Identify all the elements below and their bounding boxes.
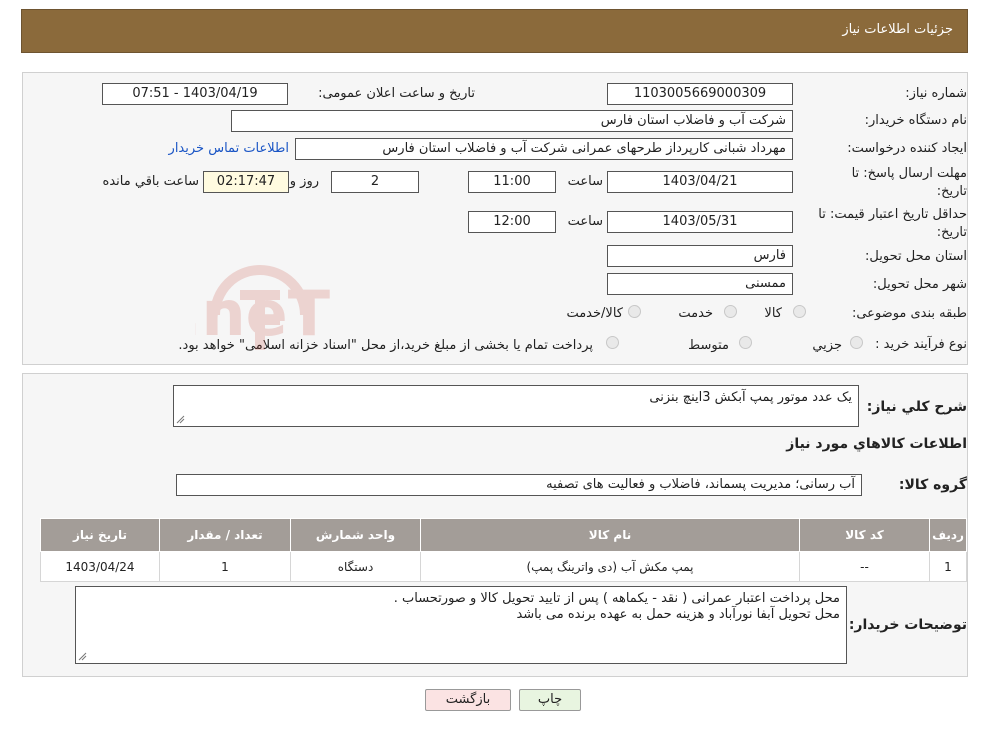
buyer-notes-line2: محل تحویل آبفا نورآباد و هزینه حمل به عه… <box>516 607 840 622</box>
resize-grip-icon[interactable] <box>78 652 87 661</box>
city-field[interactable]: ممسنی <box>607 273 793 295</box>
category-option-goods: کالا <box>764 306 782 321</box>
resize-grip-icon[interactable] <box>176 415 185 424</box>
cell-quantity: 1 <box>159 551 291 582</box>
validity-time-field[interactable]: 12:00 <box>468 211 556 233</box>
page-title: جزئیات اطلاعات نیاز <box>842 22 953 37</box>
requester-label: ایجاد کننده درخواست: <box>847 141 967 156</box>
buyer-org-label: نام دستگاه خریدار: <box>864 113 967 128</box>
category-radio-goods[interactable] <box>793 305 806 318</box>
description-text: یک عدد موتور پمپ آبکش 3اینچ بنزنی <box>649 390 852 405</box>
category-option-service: خدمت <box>678 306 713 321</box>
announce-datetime-field[interactable]: 1403/04/19 - 07:51 <box>102 83 288 105</box>
validity-label-line2: تاريخ: <box>936 225 967 240</box>
items-table: رديف کد کالا نام کالا واحد شمارش تعداد /… <box>40 518 967 582</box>
need-number-label: شماره نیاز: <box>905 86 967 101</box>
back-button[interactable]: بازگشت <box>425 689 511 711</box>
validity-label-line1: حداقل تاريخ اعتبار قيمت: تا <box>818 207 967 222</box>
col-need-date: تاريخ نياز <box>40 518 160 552</box>
description-textarea[interactable]: یک عدد موتور پمپ آبکش 3اینچ بنزنی <box>173 385 859 427</box>
buyer-notes-textarea[interactable]: محل پرداخت اعتبار عمرانی ( نقد - یکماهه … <box>75 586 847 664</box>
col-code: کد کالا <box>799 518 930 552</box>
goods-group-label: گروه کالا: <box>898 477 967 493</box>
buyer-org-field[interactable]: شرکت آب و فاضلاب استان فارس <box>231 110 793 132</box>
buyer-notes-label: توضيحات خريدار: <box>848 617 967 633</box>
cell-need-date: 1403/04/24 <box>40 551 160 582</box>
category-radio-goods-service[interactable] <box>628 305 641 318</box>
buyer-notes-line1: محل پرداخت اعتبار عمرانی ( نقد - یکماهه … <box>393 591 840 606</box>
category-label: طبقه بندی موضوعی: <box>851 306 967 321</box>
process-type-label: نوع فرآیند خرید : <box>875 337 967 352</box>
goods-group-field[interactable]: آب رسانی؛ مدیریت پسماند، فاضلاب و فعالیت… <box>176 474 862 496</box>
need-number-field[interactable]: 1103005669000309 <box>607 83 793 105</box>
col-row: رديف <box>929 518 967 552</box>
deadline-time-label: ساعت <box>567 174 603 189</box>
items-table-header: رديف کد کالا نام کالا واحد شمارش تعداد /… <box>40 518 967 552</box>
description-label: شرح کلي نياز: <box>866 399 967 415</box>
validity-date-field[interactable]: 1403/05/31 <box>607 211 793 233</box>
process-option-medium: متوسط <box>688 338 729 353</box>
cell-code: -- <box>799 551 930 582</box>
cell-unit: دستگاه <box>290 551 421 582</box>
remaining-days-field[interactable]: 2 <box>331 171 419 193</box>
process-radio-medium[interactable] <box>739 336 752 349</box>
items-section-title: اطلاعات کالاهاي مورد نياز <box>786 436 967 452</box>
buyer-contact-link[interactable]: اطلاعات تماس خریدار <box>169 141 289 156</box>
remaining-time-field[interactable]: 02:17:47 <box>203 171 289 193</box>
announce-label: تاریخ و ساعت اعلان عمومی: <box>318 86 475 101</box>
print-button[interactable]: چاپ <box>519 689 581 711</box>
col-unit: واحد شمارش <box>290 518 421 552</box>
province-field[interactable]: فارس <box>607 245 793 267</box>
table-row[interactable]: 1 -- پمپ مکش آب (دی واترینگ پمپ) دستگاه … <box>40 551 967 582</box>
remaining-time-label: ساعت باقي مانده <box>102 174 199 189</box>
cell-name: پمپ مکش آب (دی واترینگ پمپ) <box>420 551 800 582</box>
process-option-minor: جزيي <box>812 338 842 353</box>
process-radio-minor[interactable] <box>850 336 863 349</box>
deadline-label-line1: مهلت ارسال پاسخ: تا <box>851 166 967 181</box>
category-option-goods-service: کالا/خدمت <box>566 306 623 321</box>
deadline-label-line2: تاریخ: <box>936 184 967 199</box>
deadline-time-field[interactable]: 11:00 <box>468 171 556 193</box>
category-radio-service[interactable] <box>724 305 737 318</box>
process-payment-note: پرداخت تمام یا بخشی از مبلغ خرید،از محل … <box>178 338 593 353</box>
cell-row: 1 <box>929 551 967 582</box>
province-label: استان محل تحویل: <box>865 249 967 264</box>
validity-time-label: ساعت <box>567 214 603 229</box>
page-header: جزئیات اطلاعات نیاز <box>21 9 968 53</box>
deadline-date-field[interactable]: 1403/04/21 <box>607 171 793 193</box>
requester-field[interactable]: مهرداد شبانی کارپرداز طرحهای عمرانی شرکت… <box>295 138 793 160</box>
col-quantity: تعداد / مقدار <box>159 518 291 552</box>
process-radio-treasury[interactable] <box>606 336 619 349</box>
city-label: شهر محل تحویل: <box>872 277 967 292</box>
col-name: نام کالا <box>420 518 800 552</box>
days-label: روز و <box>289 174 319 189</box>
